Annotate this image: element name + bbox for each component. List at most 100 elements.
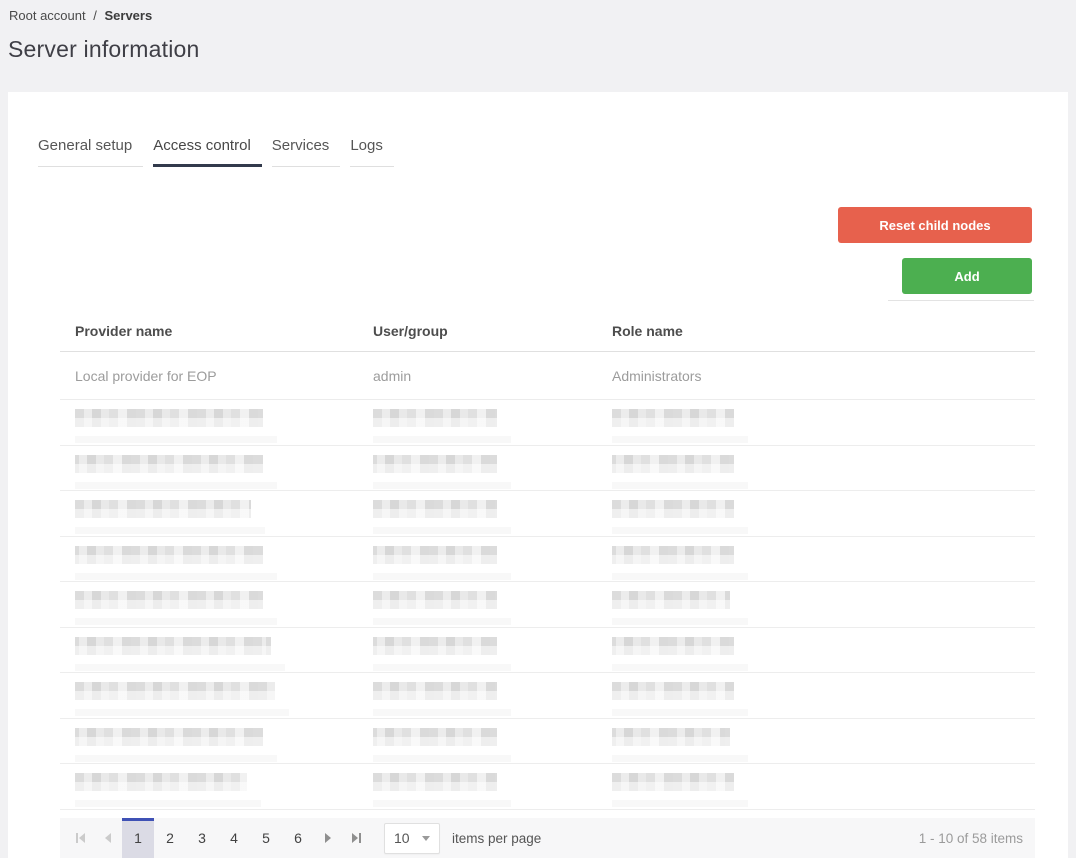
redacted-subtext: [373, 481, 511, 489]
table-row-redacted[interactable]: [60, 400, 1035, 446]
cell-user-group-redacted: [358, 446, 597, 491]
first-page-button[interactable]: [66, 818, 94, 858]
redacted-text: [612, 591, 730, 609]
redacted-subtext: [612, 618, 748, 625]
redacted-subtext: [612, 436, 748, 443]
cell-role-name-redacted: [597, 491, 1035, 536]
redacted-subtext: [75, 800, 261, 807]
redacted-subtext: [612, 754, 748, 762]
redacted-subtext: [612, 709, 748, 716]
redacted-text: [612, 545, 734, 564]
content-card: General setup Access control Services Lo…: [8, 92, 1068, 858]
redacted-subtext: [373, 527, 511, 534]
redacted-text: [373, 454, 497, 473]
reset-child-nodes-button[interactable]: Reset child nodes: [838, 207, 1032, 243]
pagination-bar: 1 2 3 4 5 6 10 items per page 1 - 10 of …: [60, 818, 1035, 858]
tab-access-control[interactable]: Access control: [153, 137, 262, 167]
redacted-text: [75, 682, 275, 700]
column-header-provider-name[interactable]: Provider name: [60, 323, 358, 339]
items-per-page-label: items per page: [452, 830, 542, 846]
cell-provider-name-redacted: [60, 673, 358, 718]
breadcrumb: Root account / Servers: [9, 8, 152, 23]
redacted-text: [75, 545, 263, 564]
redacted-subtext: [373, 436, 511, 443]
table-row-redacted[interactable]: [60, 764, 1035, 810]
tab-logs[interactable]: Logs: [350, 137, 394, 167]
cell-role-name-redacted: [597, 673, 1035, 718]
page-size-dropdown[interactable]: 10: [384, 822, 440, 854]
page-button-6[interactable]: 6: [282, 818, 314, 858]
redacted-text: [373, 409, 497, 427]
redacted-subtext: [75, 663, 285, 671]
cell-role-name-redacted: [597, 446, 1035, 491]
redacted-text: [612, 409, 734, 427]
table-row-redacted[interactable]: [60, 537, 1035, 582]
page-button-2[interactable]: 2: [154, 818, 186, 858]
redacted-text: [373, 682, 497, 700]
redacted-subtext: [373, 618, 511, 625]
column-header-user-group[interactable]: User/group: [358, 323, 597, 339]
next-page-button[interactable]: [314, 818, 342, 858]
column-header-role-name[interactable]: Role name: [597, 323, 1035, 339]
redacted-text: [373, 545, 497, 564]
last-page-icon: [358, 833, 361, 843]
table-row-redacted[interactable]: [60, 446, 1035, 491]
page-button-4[interactable]: 4: [218, 818, 250, 858]
redacted-subtext: [75, 481, 277, 489]
redacted-text: [373, 773, 497, 791]
cell-role-name-redacted: [597, 537, 1035, 582]
cell-user-group-redacted: [358, 719, 597, 764]
table-row[interactable]: Local provider for EOP admin Administrat…: [60, 352, 1035, 400]
redacted-text: [612, 636, 734, 655]
table-row-redacted[interactable]: [60, 719, 1035, 764]
redacted-text: [612, 500, 734, 518]
redacted-subtext: [612, 800, 748, 807]
redacted-subtext: [75, 527, 265, 534]
table-row-redacted[interactable]: [60, 673, 1035, 719]
cell-role-name-redacted: [597, 719, 1035, 764]
table-row-redacted[interactable]: [60, 628, 1035, 673]
breadcrumb-root-link[interactable]: Root account: [9, 8, 86, 23]
last-page-icon: [351, 833, 358, 843]
table-row-redacted[interactable]: [60, 491, 1035, 537]
redacted-subtext: [612, 481, 748, 489]
last-page-button[interactable]: [342, 818, 370, 858]
tab-general-setup[interactable]: General setup: [38, 137, 144, 167]
redacted-subtext: [373, 754, 511, 762]
redacted-text: [373, 727, 497, 746]
cell-provider-name-redacted: [60, 491, 358, 536]
page-button-3[interactable]: 3: [186, 818, 218, 858]
page-button-5[interactable]: 5: [250, 818, 282, 858]
cell-role-name: Administrators: [612, 367, 702, 384]
page-range-label: 1 - 10 of 58 items: [918, 830, 1023, 846]
page-size-value: 10: [394, 830, 410, 846]
redacted-text: [612, 454, 734, 473]
table-row-redacted[interactable]: [60, 582, 1035, 628]
redacted-text: [75, 409, 263, 427]
redacted-subtext: [612, 663, 748, 671]
redacted-subtext: [75, 618, 277, 625]
cell-user-group-redacted: [358, 673, 597, 718]
redacted-text: [75, 454, 263, 473]
cell-provider-name-redacted: [60, 400, 358, 445]
cell-provider-name-redacted: [60, 582, 358, 627]
redacted-subtext: [612, 527, 748, 534]
tab-strip: General setup Access control Services Lo…: [38, 137, 404, 167]
redacted-subtext: [75, 572, 277, 580]
page-button-1[interactable]: 1: [122, 818, 154, 858]
cell-provider-name-redacted: [60, 537, 358, 582]
tab-services[interactable]: Services: [271, 137, 341, 167]
next-page-icon: [325, 833, 331, 843]
redacted-text: [373, 636, 497, 655]
previous-page-button[interactable]: [94, 818, 122, 858]
redacted-text: [612, 773, 734, 791]
breadcrumb-current: Servers: [104, 8, 153, 23]
add-button[interactable]: Add: [902, 258, 1032, 294]
cell-role-name-redacted: [597, 582, 1035, 627]
cell-provider-name-redacted: [60, 764, 358, 809]
cell-user-group: admin: [373, 367, 412, 384]
cell-role-name-redacted: [597, 628, 1035, 673]
chevron-down-icon: [422, 835, 430, 841]
redacted-text: [75, 727, 263, 746]
redacted-text: [612, 682, 734, 700]
